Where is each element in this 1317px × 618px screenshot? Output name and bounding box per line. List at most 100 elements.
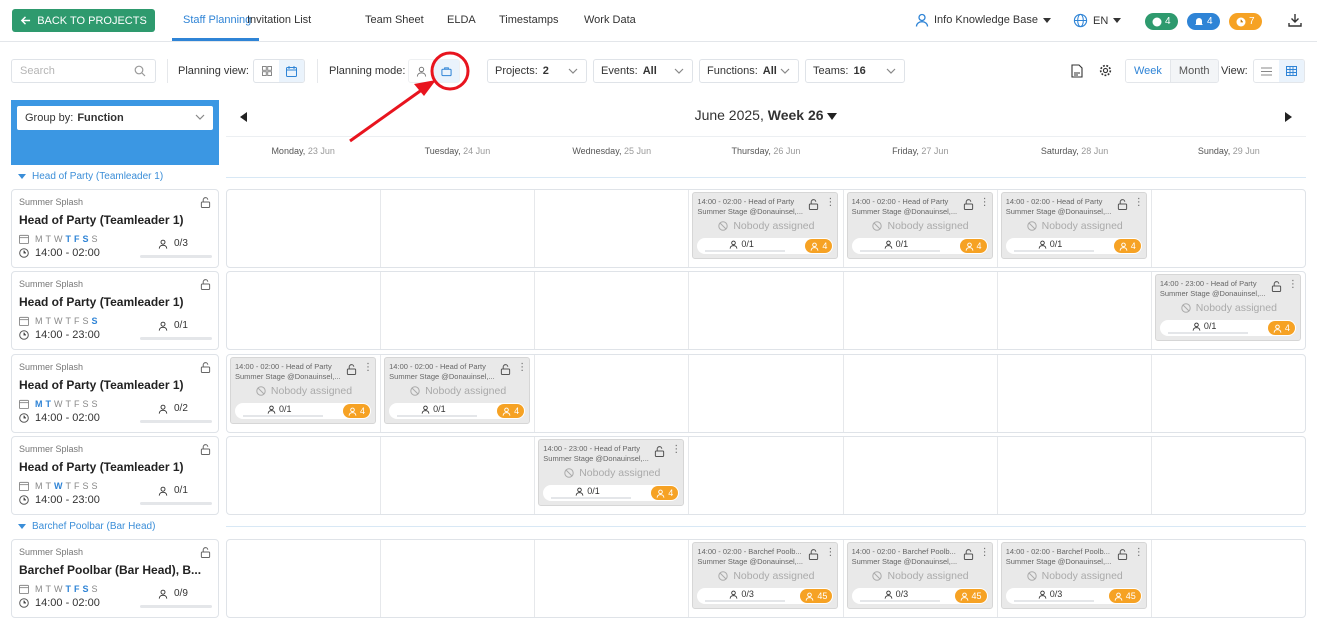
shift-card[interactable]: 14:00 - 02:00 - Barchef Poolb... Summer S… [1000,542,1147,609]
lock-button[interactable] [963,547,974,565]
events-filter[interactable]: Events: All [593,59,693,83]
tab-elda[interactable]: ELDA [447,14,476,26]
day-cell[interactable] [689,272,844,349]
function-row-card[interactable]: Summer Splash Head of Party (Teamleader 1… [11,436,219,515]
day-cell[interactable] [844,355,998,432]
more-options-icon[interactable]: ⋮ [517,362,527,373]
pending-badge[interactable]: 7 [1229,13,1262,30]
applicants-badge[interactable]: 4 [651,486,679,500]
day-cell[interactable]: 14:00 - 23:00 - Head of Party Summer Stag… [1152,272,1305,349]
list-view-button[interactable] [1254,60,1279,82]
day-cell[interactable] [689,437,844,514]
function-row-card[interactable]: Summer Splash Barchef Poolbar (Bar Head),… [11,539,219,618]
applicants-badge[interactable]: 45 [800,589,833,603]
shift-card[interactable]: 14:00 - 02:00 - Head of Party Summer Stag… [384,357,531,424]
day-cell[interactable] [227,272,382,349]
lock-button[interactable] [808,197,819,215]
shift-card[interactable]: 14:00 - 02:00 - Head of Party Summer Stag… [1000,192,1147,259]
day-cell[interactable] [1152,540,1305,617]
day-cell[interactable] [227,540,382,617]
applicants-badge[interactable]: 45 [1108,589,1141,603]
lock-button[interactable] [654,444,665,462]
shift-mode-button[interactable] [434,60,459,82]
table-view-button[interactable] [1279,60,1304,82]
group-header-head-of-party[interactable]: Head of Party (Teamleader 1) [18,171,163,182]
functions-filter[interactable]: Functions: All [699,59,799,83]
day-cell[interactable]: 14:00 - 02:00 - Barchef Poolb... Summer S… [998,540,1152,617]
day-cell[interactable]: 14:00 - 02:00 - Head of Party Summer Stag… [689,190,844,267]
lock-button[interactable] [500,362,511,380]
tab-invitation-list[interactable]: Invitation List [247,14,311,26]
more-options-icon[interactable]: ⋮ [1288,279,1298,290]
day-cell[interactable] [998,437,1152,514]
day-cell[interactable] [1152,437,1305,514]
shift-card[interactable]: 14:00 - 02:00 - Head of Party Summer Stag… [692,192,839,259]
language-dropdown[interactable]: EN [1073,13,1122,28]
day-cell[interactable]: 14:00 - 02:00 - Barchef Poolb... Summer S… [689,540,844,617]
calendar-view-button[interactable] [279,60,304,82]
messages-badge[interactable]: 4 [1145,13,1178,30]
day-cell[interactable] [381,437,536,514]
week-button[interactable]: Week [1126,60,1171,82]
more-options-icon[interactable]: ⋮ [825,197,835,208]
applicants-badge[interactable]: 4 [1267,321,1295,335]
group-by-select[interactable]: Group by: Function [17,106,213,130]
more-options-icon[interactable]: ⋮ [825,547,835,558]
month-button[interactable]: Month [1170,60,1218,82]
lock-button[interactable] [200,545,211,563]
shift-card[interactable]: 14:00 - 02:00 - Barchef Poolb... Summer S… [692,542,839,609]
applicants-badge[interactable]: 4 [497,404,525,418]
function-row-card[interactable]: Summer Splash Head of Party (Teamleader 1… [11,354,219,433]
day-cell[interactable]: 14:00 - 02:00 - Head of Party Summer Stag… [227,355,382,432]
download-button[interactable] [1288,13,1302,32]
more-options-icon[interactable]: ⋮ [1134,547,1144,558]
day-cell[interactable]: 14:00 - 02:00 - Barchef Poolb... Summer S… [844,540,998,617]
day-cell[interactable]: 14:00 - 02:00 - Head of Party Summer Stag… [998,190,1152,267]
back-to-projects-button[interactable]: BACK TO PROJECTS [12,9,155,32]
person-mode-button[interactable] [409,60,434,82]
lock-button[interactable] [963,197,974,215]
group-header-barchef-poolbar[interactable]: Barchef Poolbar (Bar Head) [18,521,155,532]
applicants-badge[interactable]: 45 [954,589,987,603]
teams-filter[interactable]: Teams: 16 [805,59,905,83]
day-cell[interactable] [227,190,382,267]
day-cell[interactable] [844,272,998,349]
day-cell[interactable] [998,272,1152,349]
tab-timestamps[interactable]: Timestamps [499,14,559,26]
day-cell[interactable] [381,190,536,267]
day-cell[interactable]: 14:00 - 02:00 - Head of Party Summer Stag… [381,355,536,432]
more-options-icon[interactable]: ⋮ [363,362,373,373]
day-cell[interactable] [844,437,998,514]
lock-button[interactable] [1117,197,1128,215]
day-cell[interactable] [535,540,690,617]
applicants-badge[interactable]: 4 [1113,239,1141,253]
search-input[interactable] [20,65,130,77]
day-cell[interactable] [689,355,844,432]
projects-filter[interactable]: Projects: 2 [487,59,587,83]
calendar-title[interactable]: June 2025, Week 26 [226,107,1306,123]
knowledge-base-dropdown[interactable]: Info Knowledge Base [915,13,1051,27]
tab-team-sheet[interactable]: Team Sheet [365,14,424,26]
day-cell[interactable] [535,272,690,349]
more-options-icon[interactable]: ⋮ [1134,197,1144,208]
day-cell[interactable] [1152,355,1305,432]
applicants-badge[interactable]: 4 [959,239,987,253]
more-options-icon[interactable]: ⋮ [980,197,990,208]
pdf-export-button[interactable] [1071,64,1083,83]
notifications-badge[interactable]: 4 [1187,13,1220,30]
day-cell[interactable] [381,540,536,617]
lock-button[interactable] [1271,279,1282,297]
lock-button[interactable] [1117,547,1128,565]
lock-button[interactable] [200,277,211,295]
day-cell[interactable] [535,190,690,267]
tab-work-data[interactable]: Work Data [584,14,636,26]
next-week-button[interactable] [1285,109,1292,127]
day-cell[interactable] [227,437,382,514]
settings-button[interactable] [1099,64,1112,82]
lock-button[interactable] [200,360,211,378]
lock-button[interactable] [808,547,819,565]
applicants-badge[interactable]: 4 [342,404,370,418]
day-cell[interactable] [381,272,536,349]
shift-card[interactable]: 14:00 - 02:00 - Head of Party Summer Stag… [846,192,993,259]
applicants-badge[interactable]: 4 [805,239,833,253]
